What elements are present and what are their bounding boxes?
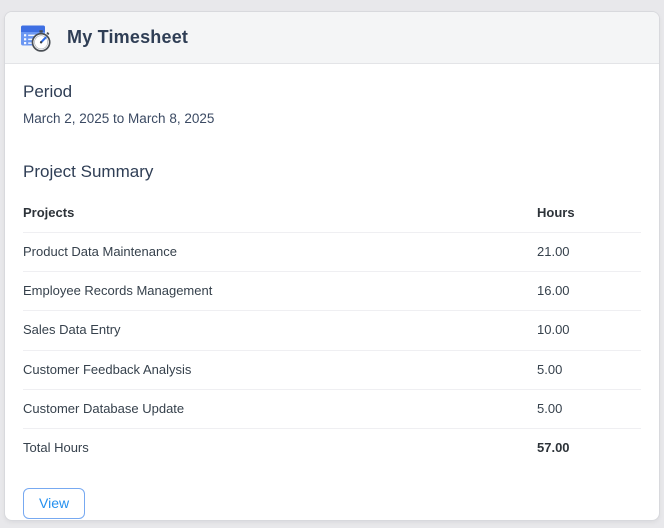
table-row: Sales Data Entry 10.00 [23, 310, 641, 351]
project-name-cell: Customer Feedback Analysis [23, 350, 537, 390]
project-name-cell: Employee Records Management [23, 271, 537, 312]
total-hours-cell: 57.00 [537, 440, 570, 456]
hours-cell: 5.00 [537, 389, 641, 430]
hours-cell: 10.00 [537, 310, 641, 351]
project-summary-table: Projects Hours Product Data Maintenance … [23, 191, 641, 468]
timesheet-clock-icon [21, 25, 51, 52]
period-range: March 2, 2025 to March 8, 2025 [23, 111, 215, 127]
projects-column-header: Projects [23, 191, 537, 233]
timesheet-card: My Timesheet Period March 2, 2025 to Mar… [4, 11, 660, 521]
table-header-row: Projects Hours [23, 191, 641, 233]
project-name-cell: Customer Database Update [23, 389, 537, 430]
card-header: My Timesheet [5, 12, 659, 64]
project-name-cell: Sales Data Entry [23, 310, 537, 351]
card-body: Period March 2, 2025 to March 8, 2025 Pr… [5, 64, 659, 520]
hours-cell: 21.00 [537, 232, 641, 273]
table-row: Customer Database Update 5.00 [23, 389, 641, 430]
total-row: Total Hours 57.00 [23, 429, 641, 468]
table-row: Customer Feedback Analysis 5.00 [23, 350, 641, 390]
table-row: Employee Records Management 16.00 [23, 271, 641, 312]
table-body: Product Data Maintenance 21.00 Employee … [23, 232, 641, 430]
page-title: My Timesheet [67, 27, 189, 47]
hours-column-header: Hours [537, 191, 641, 233]
hours-cell: 16.00 [537, 271, 641, 312]
project-name-cell: Product Data Maintenance [23, 232, 537, 273]
view-button[interactable]: View [23, 488, 86, 520]
total-label-cell: Total Hours [23, 440, 89, 456]
project-summary-heading: Project Summary [23, 162, 154, 182]
hours-cell: 5.00 [537, 350, 641, 390]
period-heading: Period [23, 82, 73, 101]
table-row: Product Data Maintenance 21.00 [23, 232, 641, 273]
